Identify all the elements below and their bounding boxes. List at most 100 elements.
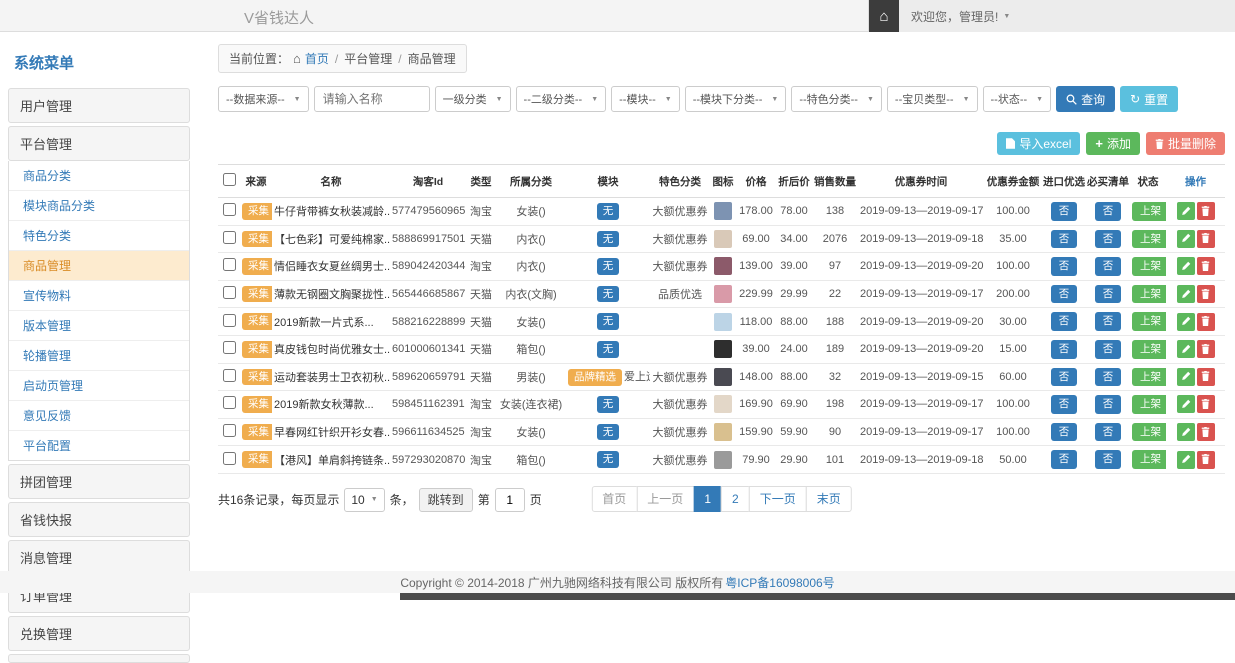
search-button[interactable]: 查询 (1056, 86, 1115, 112)
must-buy-toggle[interactable]: 否 (1095, 257, 1122, 276)
edit-button[interactable] (1177, 451, 1195, 469)
sidebar-item[interactable]: 特色分类 (9, 221, 189, 251)
edit-button[interactable] (1177, 285, 1195, 303)
must-buy-toggle[interactable]: 否 (1095, 340, 1122, 359)
row-checkbox[interactable] (223, 258, 236, 271)
edit-button[interactable] (1177, 368, 1195, 386)
pager-button[interactable]: 下一页 (749, 486, 807, 512)
sidebar-group[interactable]: 拼团管理 (8, 464, 190, 499)
import-select-toggle[interactable]: 否 (1051, 230, 1078, 249)
jump-button[interactable]: 跳转到 (419, 488, 473, 512)
status-toggle[interactable]: 上架 (1132, 423, 1166, 442)
filter-select[interactable]: --数据来源--▼ (218, 86, 309, 112)
sidebar-item[interactable]: 版本管理 (9, 311, 189, 341)
must-buy-toggle[interactable]: 否 (1095, 202, 1122, 221)
row-checkbox[interactable] (223, 341, 236, 354)
filter-select[interactable]: --二级分类--▼ (516, 86, 607, 112)
import-select-toggle[interactable]: 否 (1051, 450, 1078, 469)
edit-button[interactable] (1177, 340, 1195, 358)
delete-button[interactable] (1197, 368, 1215, 386)
delete-button[interactable] (1197, 230, 1215, 248)
must-buy-toggle[interactable]: 否 (1095, 395, 1122, 414)
import-select-toggle[interactable]: 否 (1051, 340, 1078, 359)
import-select-toggle[interactable]: 否 (1051, 257, 1078, 276)
row-checkbox[interactable] (223, 424, 236, 437)
sidebar-item[interactable]: 模块商品分类 (9, 191, 189, 221)
sidebar-group[interactable]: 消息管理 (8, 540, 190, 575)
filter-select[interactable]: --宝贝类型--▼ (887, 86, 978, 112)
must-buy-toggle[interactable]: 否 (1095, 312, 1122, 331)
import-select-toggle[interactable]: 否 (1051, 312, 1078, 331)
must-buy-toggle[interactable]: 否 (1095, 450, 1122, 469)
icp-link[interactable]: 粤ICP备16098006号 (725, 574, 834, 591)
edit-button[interactable] (1177, 423, 1195, 441)
batch-delete-button[interactable]: 批量删除 (1146, 132, 1225, 155)
row-checkbox[interactable] (223, 203, 236, 216)
delete-button[interactable] (1197, 451, 1215, 469)
home-button[interactable]: ⌂ (869, 0, 899, 32)
edit-button[interactable] (1177, 257, 1195, 275)
sidebar-item[interactable]: 平台配置 (9, 431, 189, 460)
sidebar-item[interactable]: 意见反馈 (9, 401, 189, 431)
edit-button[interactable] (1177, 395, 1195, 413)
sidebar-group[interactable]: 省钱快报 (8, 502, 190, 537)
filter-select[interactable]: --特色分类--▼ (791, 86, 882, 112)
filter-select[interactable]: 一级分类▼ (435, 86, 511, 112)
status-toggle[interactable]: 上架 (1132, 395, 1166, 414)
sidebar-item[interactable]: 商品分类 (9, 161, 189, 191)
import-select-toggle[interactable]: 否 (1051, 368, 1078, 387)
pager-button[interactable]: 2 (721, 486, 750, 512)
pager-button[interactable]: 首页 (591, 486, 637, 512)
status-toggle[interactable]: 上架 (1132, 312, 1166, 331)
status-toggle[interactable]: 上架 (1132, 285, 1166, 304)
breadcrumb-home-link[interactable]: 首页 (305, 50, 329, 67)
sidebar-item[interactable]: 启动页管理 (9, 371, 189, 401)
delete-button[interactable] (1197, 423, 1215, 441)
delete-button[interactable] (1197, 313, 1215, 331)
import-excel-button[interactable]: 导入excel (997, 132, 1080, 155)
import-select-toggle[interactable]: 否 (1051, 285, 1078, 304)
edit-button[interactable] (1177, 202, 1195, 220)
must-buy-toggle[interactable]: 否 (1095, 285, 1122, 304)
edit-button[interactable] (1177, 230, 1195, 248)
status-toggle[interactable]: 上架 (1132, 202, 1166, 221)
sidebar-group[interactable]: 平台管理 (8, 126, 190, 161)
row-checkbox[interactable] (223, 314, 236, 327)
name-search-input[interactable] (314, 86, 430, 112)
user-menu[interactable]: 欢迎您，管理员! ▼ (899, 0, 1022, 32)
sidebar-group[interactable]: 用户管理 (8, 88, 190, 123)
delete-button[interactable] (1197, 202, 1215, 220)
sidebar-item[interactable]: 宣传物料 (9, 281, 189, 311)
status-toggle[interactable]: 上架 (1132, 257, 1166, 276)
delete-button[interactable] (1197, 395, 1215, 413)
status-toggle[interactable]: 上架 (1132, 230, 1166, 249)
sidebar-item[interactable]: 轮播管理 (9, 341, 189, 371)
must-buy-toggle[interactable]: 否 (1095, 368, 1122, 387)
import-select-toggle[interactable]: 否 (1051, 202, 1078, 221)
per-page-select[interactable]: 10 ▼ (344, 488, 384, 512)
reset-button[interactable]: ↻ 重置 (1120, 86, 1178, 112)
row-checkbox[interactable] (223, 452, 236, 465)
filter-select[interactable]: --模块--▼ (611, 86, 680, 112)
row-checkbox[interactable] (223, 286, 236, 299)
select-all-checkbox[interactable] (223, 173, 236, 186)
sidebar-group[interactable]: 兑换管理 (8, 616, 190, 651)
status-toggle[interactable]: 上架 (1132, 368, 1166, 387)
page-number-input[interactable] (495, 488, 525, 512)
pager-button[interactable]: 末页 (806, 486, 852, 512)
must-buy-toggle[interactable]: 否 (1095, 230, 1122, 249)
sidebar-group-partial[interactable] (8, 654, 190, 663)
delete-button[interactable] (1197, 285, 1215, 303)
row-checkbox[interactable] (223, 396, 236, 409)
pager-button[interactable]: 上一页 (636, 486, 694, 512)
delete-button[interactable] (1197, 257, 1215, 275)
sidebar-item-active[interactable]: 商品管理 (9, 251, 189, 281)
row-checkbox[interactable] (223, 369, 236, 382)
filter-select[interactable]: --模块下分类--▼ (685, 86, 787, 112)
edit-button[interactable] (1177, 313, 1195, 331)
filter-select[interactable]: --状态--▼ (983, 86, 1052, 112)
import-select-toggle[interactable]: 否 (1051, 395, 1078, 414)
row-checkbox[interactable] (223, 231, 236, 244)
add-button[interactable]: + 添加 (1086, 132, 1140, 155)
status-toggle[interactable]: 上架 (1132, 450, 1166, 469)
